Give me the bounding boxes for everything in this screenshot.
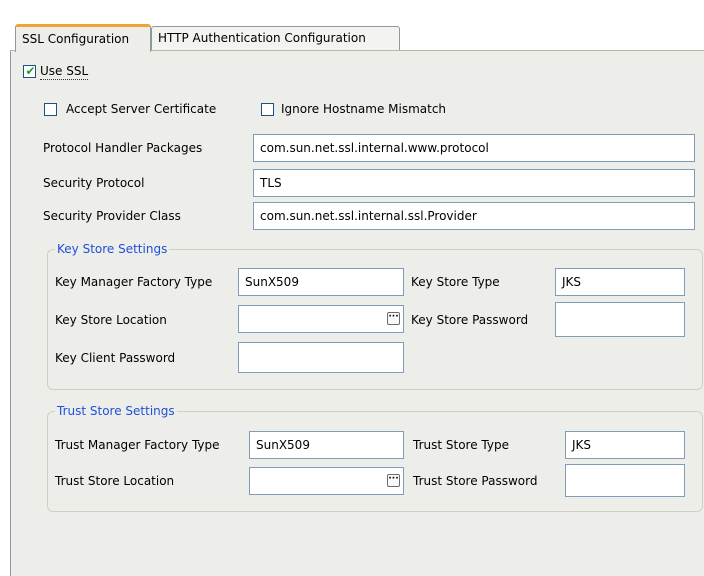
trust-store-location-field[interactable]: ···: [249, 467, 404, 495]
accept-server-certificate-label[interactable]: Accept Server Certificate: [66, 101, 216, 117]
trust-manager-factory-type-field[interactable]: SunX509: [249, 431, 404, 459]
tab-label: HTTP Authentication Configuration: [158, 31, 366, 45]
key-client-password-label: Key Client Password: [55, 351, 176, 365]
ssl-configuration-panel: ✔ Use SSL Accept Server Certificate Igno…: [10, 51, 704, 576]
key-manager-factory-type-field[interactable]: SunX509: [238, 268, 404, 296]
trust-store-password-field[interactable]: [565, 464, 685, 497]
key-store-type-label: Key Store Type: [411, 275, 500, 289]
key-store-type-field[interactable]: JKS: [555, 268, 685, 296]
tab-http-authentication-configuration[interactable]: HTTP Authentication Configuration: [151, 26, 400, 50]
trust-store-settings-title: Trust Store Settings: [55, 403, 177, 419]
protocol-handler-packages-label: Protocol Handler Packages: [43, 141, 203, 155]
key-store-location-field[interactable]: ···: [238, 305, 404, 333]
trust-store-location-label: Trust Store Location: [55, 474, 175, 488]
tab-ssl-configuration[interactable]: SSL Configuration: [15, 24, 151, 52]
security-protocol-label: Security Protocol: [43, 176, 145, 190]
key-store-password-label: Key Store Password: [411, 313, 529, 327]
accept-server-certificate-checkbox[interactable]: [44, 103, 57, 116]
trust-store-type-label: Trust Store Type: [413, 438, 509, 452]
key-manager-factory-type-label: Key Manager Factory Type: [55, 275, 213, 289]
check-icon: ✔: [25, 64, 36, 78]
security-provider-class-label: Security Provider Class: [43, 209, 181, 223]
protocol-handler-packages-field[interactable]: com.sun.net.ssl.internal.www.protocol: [253, 134, 695, 162]
ellipsis-icon[interactable]: ···: [387, 312, 400, 325]
tab-label: SSL Configuration: [22, 32, 130, 46]
trust-store-password-label: Trust Store Password: [413, 474, 538, 488]
ignore-hostname-mismatch-checkbox[interactable]: [261, 103, 274, 116]
key-client-password-field[interactable]: [238, 342, 404, 373]
security-provider-class-field[interactable]: com.sun.net.ssl.internal.ssl.Provider: [253, 202, 695, 230]
trust-store-type-field[interactable]: JKS: [565, 431, 685, 459]
key-store-location-label: Key Store Location: [55, 313, 167, 327]
use-ssl-label[interactable]: Use SSL: [40, 63, 89, 80]
key-store-password-field[interactable]: [555, 302, 685, 337]
trust-manager-factory-type-label: Trust Manager Factory Type: [55, 438, 220, 452]
use-ssl-checkbox[interactable]: ✔: [23, 64, 36, 78]
security-protocol-field[interactable]: TLS: [253, 169, 695, 197]
ignore-hostname-mismatch-label[interactable]: Ignore Hostname Mismatch: [281, 101, 446, 117]
ellipsis-icon[interactable]: ···: [387, 474, 400, 487]
key-store-settings-title: Key Store Settings: [55, 241, 170, 257]
